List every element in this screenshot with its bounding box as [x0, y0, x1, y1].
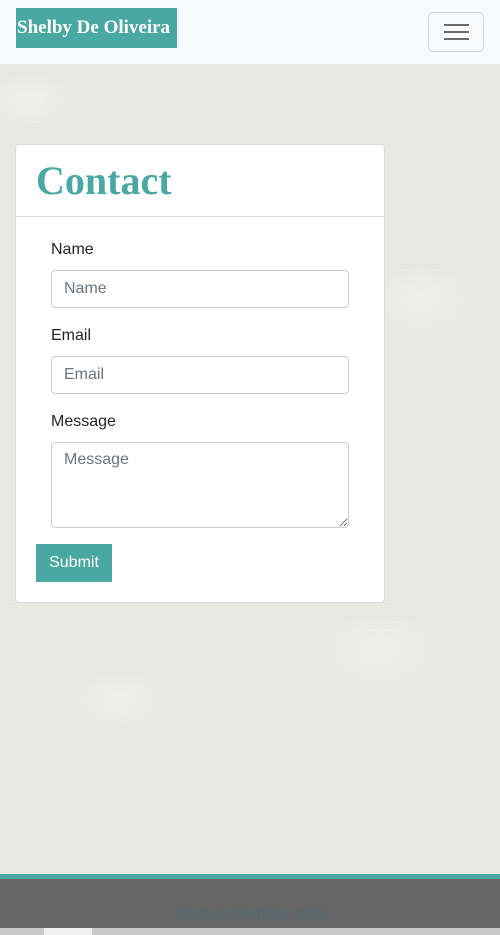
horizontal-scrollbar[interactable]	[0, 928, 500, 935]
contact-card-header: Contact	[16, 145, 384, 217]
footer: Shelby's Portfolio 2020	[0, 874, 500, 935]
navbar: Shelby De Oliveira	[0, 0, 500, 64]
scrollbar-thumb[interactable]	[44, 928, 92, 935]
message-textarea[interactable]	[51, 442, 349, 528]
submit-button[interactable]: Submit	[36, 544, 112, 582]
email-label: Email	[51, 327, 92, 344]
contact-title: Contact	[36, 158, 172, 203]
email-input[interactable]	[51, 356, 349, 394]
brand-link[interactable]: Shelby De Oliveira	[16, 8, 177, 48]
contact-card: Contact Name Email Message Submit	[15, 144, 385, 603]
footer-text: Shelby's Portfolio 2020	[173, 906, 327, 923]
name-input[interactable]	[51, 270, 349, 308]
message-label: Message	[51, 413, 116, 430]
navbar-toggler-button[interactable]	[428, 12, 484, 52]
name-label: Name	[51, 241, 94, 258]
